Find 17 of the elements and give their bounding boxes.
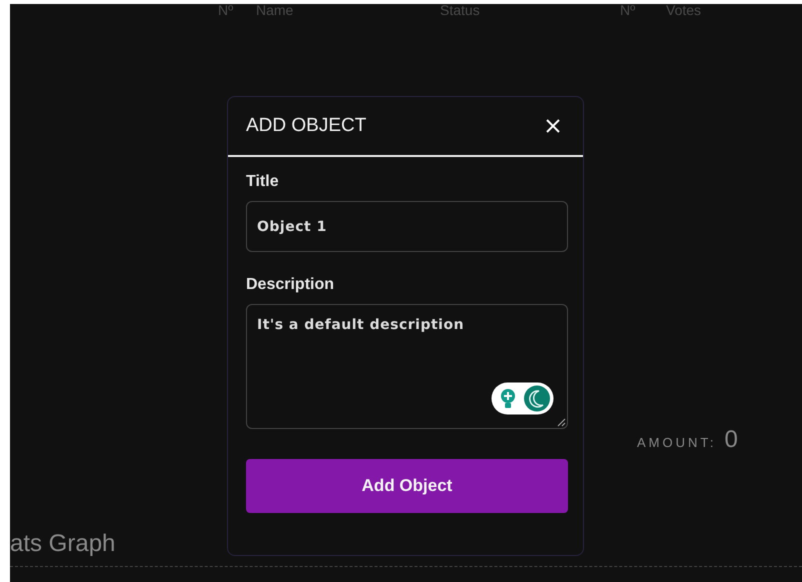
field-label: Description [246, 276, 334, 294]
column-header: Status [440, 4, 481, 18]
column-header: Nº [620, 4, 636, 18]
column-header: Votes [666, 4, 702, 18]
close-icon[interactable] [545, 118, 561, 134]
column-header: Nº [218, 4, 234, 18]
assistant-widget-icon[interactable] [491, 382, 554, 415]
column-header: Name [256, 4, 294, 18]
title-field[interactable]: Object 1 [246, 201, 568, 252]
section-title: ats Graph [10, 530, 116, 558]
field-label: Title [246, 173, 279, 191]
add-object-button[interactable]: Add Object [246, 459, 568, 513]
amount-label: AMOUNT: [637, 435, 716, 450]
description-field[interactable]: It's a default description [246, 304, 568, 429]
resize-handle-icon[interactable] [557, 418, 566, 427]
amount-value: 0 [724, 426, 738, 454]
dialog-title: ADD OBJECT [246, 115, 366, 137]
